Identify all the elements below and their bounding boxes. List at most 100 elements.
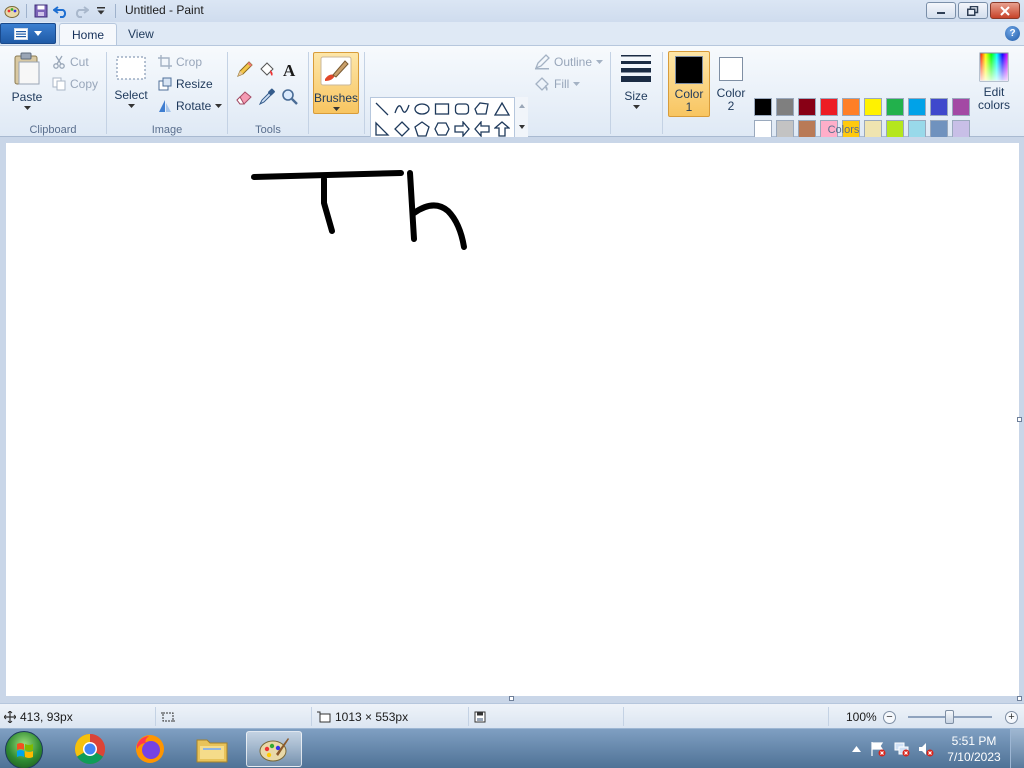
chevron-down-icon [573,82,581,86]
minimize-button[interactable] [926,2,956,19]
fill-tool[interactable] [256,59,278,81]
right-triangle-shape-icon[interactable] [372,119,392,139]
help-icon[interactable]: ? [1005,26,1020,41]
save-icon[interactable] [31,1,51,21]
tools-group-label: Tools [255,124,281,136]
line-shape-icon[interactable] [372,99,392,119]
paint-app-icon[interactable] [2,1,22,21]
taskbar-paint[interactable] [246,731,302,767]
redo-icon[interactable] [71,1,91,21]
zoom-slider-thumb[interactable] [945,710,954,724]
paint-menu-icon [14,27,28,40]
triangle-shape-icon[interactable] [492,99,512,119]
status-bar: 413, 93px 1013 × 553px 100% − + [0,703,1024,728]
chevron-down-icon [215,104,223,108]
clock[interactable]: 5:51 PM 7/10/2023 [938,733,1010,765]
brushes-label: Brushes [313,91,359,105]
volume-icon[interactable] [914,741,938,757]
zoom-level: 100% [846,709,877,724]
canvas-size-icon [317,711,331,722]
show-desktop-button[interactable] [1010,729,1024,768]
zoom-in-button[interactable]: + [1005,711,1018,724]
polygon-shape-icon[interactable] [472,99,492,119]
tools-group: A Tools [228,46,308,138]
canvas-workspace[interactable] [0,137,1024,703]
start-button[interactable] [5,731,43,768]
select-rectangle-icon [116,56,146,80]
chevron-down-icon [332,107,340,111]
color-picker-tool[interactable] [256,86,278,108]
paint-menu-button[interactable] [0,23,56,44]
curve-shape-icon[interactable] [392,99,412,119]
chevron-up-icon [851,746,861,752]
tab-home[interactable]: Home [59,23,118,45]
chevron-down-icon [596,60,604,64]
resize-button[interactable]: Resize [158,75,213,93]
svg-text:A: A [283,61,296,79]
copy-button[interactable]: Copy [52,75,98,93]
fill-button[interactable]: Fill [534,75,581,93]
size-label: Size [624,89,648,103]
oval-shape-icon[interactable] [412,99,432,119]
right-arrow-shape-icon[interactable] [452,119,472,139]
window-title: Untitled - Paint [125,3,204,17]
pentagon-shape-icon[interactable] [412,119,432,139]
hexagon-shape-icon[interactable] [432,119,452,139]
left-arrow-shape-icon[interactable] [472,119,492,139]
rotate-button[interactable]: Rotate [158,97,223,115]
rounded-rectangle-shape-icon[interactable] [452,99,472,119]
file-explorer-icon [196,739,228,763]
cursor-position: 413, 93px [4,704,73,729]
pencil-tool[interactable] [233,59,255,81]
paste-button[interactable]: Paste [9,52,45,110]
cut-button[interactable]: Cut [52,53,89,71]
select-button[interactable]: Select [114,54,148,108]
taskbar-chrome[interactable] [62,731,118,767]
canvas-resize-handle-corner[interactable] [1017,696,1022,701]
crop-button[interactable]: Crop [158,53,202,71]
selection-size [161,704,179,729]
close-button[interactable] [990,2,1020,19]
crop-icon [158,55,172,69]
fill-bucket-icon [260,62,274,76]
eraser-tool[interactable] [233,86,255,108]
brushes-button[interactable]: Brushes [313,52,359,114]
show-hidden-icons-button[interactable] [846,746,866,752]
taskbar-file-explorer[interactable] [184,731,240,767]
paste-icon [14,52,40,85]
size-button[interactable]: Size [616,52,656,109]
action-center-icon[interactable] [866,741,890,757]
canvas-size-text: 1013 × 553px [335,709,409,724]
magnifier-tool[interactable] [279,86,301,108]
image-group: Select Crop Resize Rotate Image [107,46,227,138]
windows-logo-icon [17,743,33,758]
canvas-resize-handle-bottom[interactable] [509,696,514,701]
file-size-icon [474,711,486,722]
outline-pen-icon [534,54,550,70]
rotate-label: Rotate [176,99,212,113]
rectangle-shape-icon[interactable] [432,99,452,119]
tab-view[interactable]: View [116,23,166,45]
text-tool[interactable]: A [279,59,301,81]
ribbon-tabs: Home View ? [0,22,1024,45]
restore-button[interactable] [958,2,988,19]
canvas-resize-handle-right[interactable] [1017,417,1022,422]
resize-icon [158,77,172,91]
system-tray: 5:51 PM 7/10/2023 [846,729,1024,768]
taskbar-firefox[interactable] [122,731,178,767]
text-icon: A [283,61,296,79]
zoom-out-button[interactable]: − [883,711,896,724]
selection-size-icon [161,712,175,721]
network-icon[interactable] [890,741,914,757]
pencil-icon [237,61,253,77]
diamond-shape-icon[interactable] [392,119,412,139]
up-arrow-shape-icon[interactable] [492,119,512,139]
drawing-canvas[interactable] [6,143,1019,696]
outline-button[interactable]: Outline [534,53,604,71]
clipboard-group-label: Clipboard [29,124,77,136]
clock-date: 7/10/2023 [947,750,1001,764]
fill-shape-icon [535,77,549,91]
undo-icon[interactable] [51,1,71,21]
customize-dropdown-icon[interactable] [91,1,111,21]
chevron-down-icon [127,104,135,108]
